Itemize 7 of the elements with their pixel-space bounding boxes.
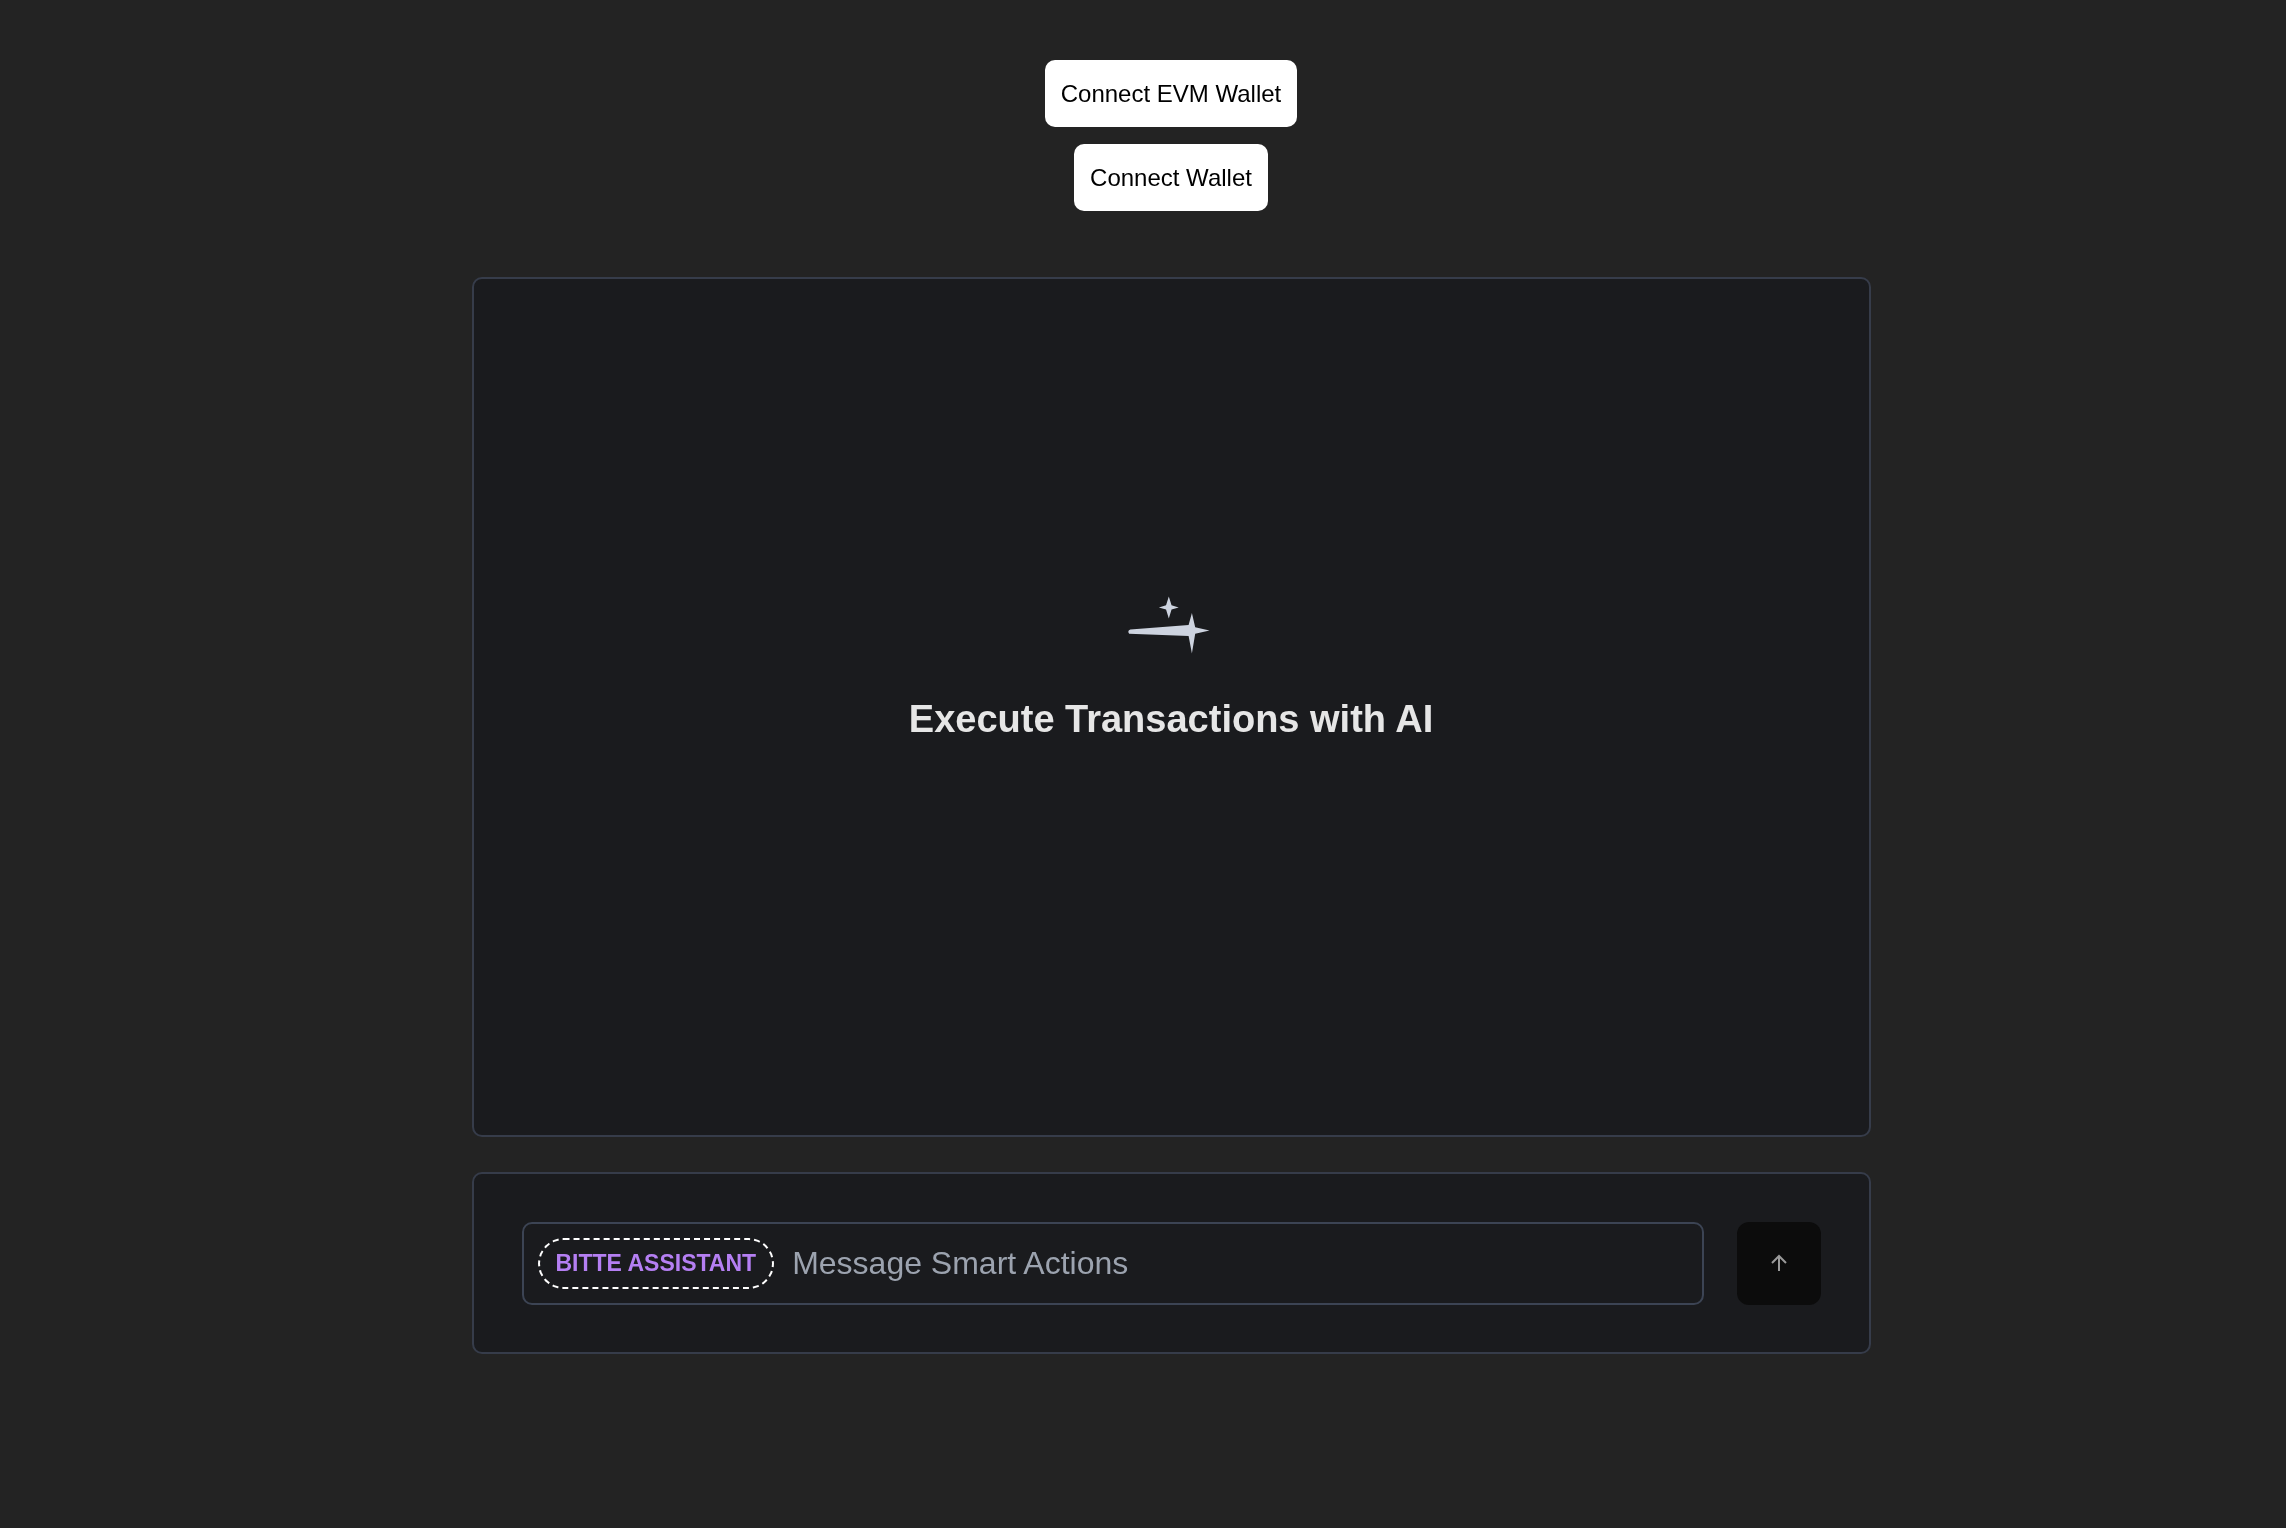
message-field[interactable]: BITTE ASSISTANT Message Smart Actions [521, 1221, 1704, 1305]
connect-wallet-button[interactable]: Connect Wallet [1074, 144, 1268, 211]
message-input-field[interactable]: Message Smart Actions [790, 1243, 1688, 1283]
agent-badge: BITTE ASSISTANT [537, 1237, 775, 1289]
connect-wallet-button[interactable]: Connect EVM Wallet [1044, 60, 1298, 127]
chat-heading: Execute Transactions with AI [908, 697, 1434, 741]
send-button[interactable] [1736, 1221, 1821, 1305]
